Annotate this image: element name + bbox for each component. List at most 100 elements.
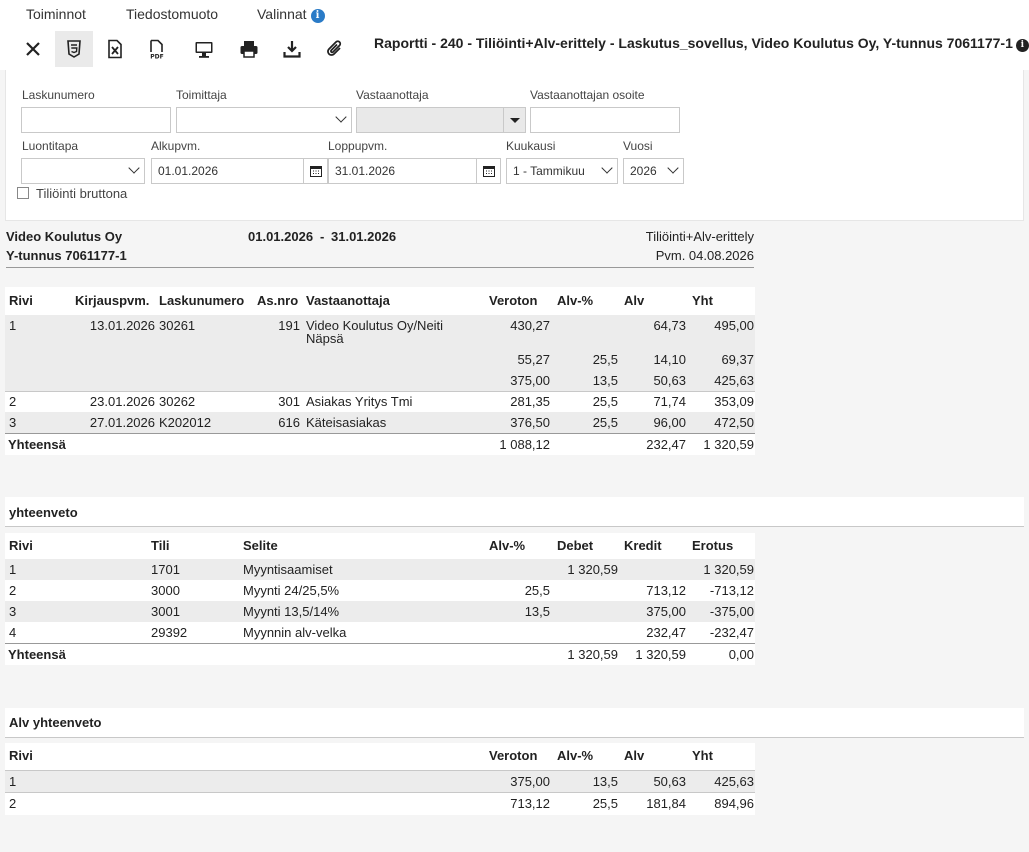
cell-yht: 353,09	[714, 394, 754, 409]
cell-selite: Myynti 13,5/14%	[243, 604, 340, 619]
kuukausi-select[interactable]: 1 - Tammikuu	[506, 158, 618, 184]
cell-veroton: 281,35	[510, 394, 550, 409]
alkupvm-value: 01.01.2026	[158, 164, 219, 178]
cell-alvp: 25,5	[592, 394, 618, 409]
yhteenveto-title: yhteenveto	[9, 505, 78, 520]
cell-tili: 29392	[151, 625, 188, 640]
caret-down-icon[interactable]	[503, 108, 525, 132]
cell-kirjauspvm: 27.01.2026	[89, 415, 155, 430]
cell-alv: 14,10	[653, 352, 686, 367]
period-separator: -	[320, 229, 325, 244]
cell-yht: 425,63	[714, 373, 754, 388]
pdf-button[interactable]: PDF	[138, 31, 176, 67]
cell-alvp: 25,5	[592, 352, 618, 367]
excel-button[interactable]	[96, 31, 134, 67]
toimittaja-label: Toimittaja	[176, 88, 227, 102]
vastaanottajan-osoite-input[interactable]	[530, 107, 680, 133]
col-selite: Selite	[243, 538, 278, 553]
vuosi-label: Vuosi	[623, 139, 653, 153]
cell-tili: 3001	[151, 604, 180, 619]
alv-yhteenveto-header-bg	[5, 708, 1024, 737]
kuukausi-label: Kuukausi	[506, 139, 556, 153]
cell-debet: 1 320,59	[567, 562, 618, 577]
cell-veroton: 430,27	[510, 318, 550, 333]
alkupvm-input[interactable]: 01.01.2026	[151, 158, 328, 184]
bruttona-checkbox[interactable]	[17, 187, 29, 199]
info-icon[interactable]: i	[1015, 39, 1029, 52]
chevron-down-icon	[601, 162, 613, 174]
menu-tiedostomuoto[interactable]: Tiedostomuoto	[126, 6, 218, 22]
print-button[interactable]	[230, 31, 268, 67]
calendar-icon[interactable]	[476, 159, 500, 183]
print-date: Pvm. 04.08.2026	[655, 248, 754, 263]
table-row-bg	[5, 601, 755, 622]
alv-yhteenveto-title: Alv yhteenveto	[9, 715, 102, 730]
luontitapa-select[interactable]	[21, 158, 145, 184]
html5-button[interactable]	[55, 31, 93, 67]
monitor-icon	[195, 42, 213, 58]
cell-veroton: 375,00	[510, 373, 550, 388]
table-row-bg	[5, 770, 755, 792]
col-asnro: As.nro	[257, 293, 299, 308]
close-icon	[26, 42, 40, 56]
svg-text:PDF: PDF	[150, 54, 163, 60]
cell-yht: 69,37	[721, 352, 754, 367]
cell-tili: 1701	[151, 562, 180, 577]
total-debet: 1 320,59	[567, 647, 618, 662]
cell-alvp: 13,5	[592, 774, 618, 789]
close-button[interactable]	[14, 31, 52, 67]
col-erotus: Erotus	[692, 538, 734, 553]
cell-alv: 50,63	[653, 774, 686, 789]
cell-vastaanottaja-line2: Näpsä	[306, 331, 344, 346]
table-row-bg	[5, 559, 755, 580]
cell-alv: 50,63	[653, 373, 686, 388]
toimittaja-select[interactable]	[176, 107, 352, 133]
cell-kirjauspvm: 13.01.2026	[89, 318, 155, 333]
header-divider	[6, 267, 754, 268]
cell-rivi: 1	[9, 774, 17, 789]
cell-veroton: 376,50	[510, 415, 550, 430]
cell-yht: 495,00	[714, 318, 754, 333]
total-divider	[5, 433, 755, 434]
col-alvp: Alv-%	[557, 293, 594, 308]
vastaanottaja-label: Vastaanottaja	[356, 88, 429, 102]
col-alvp: Alv-%	[557, 748, 594, 763]
cell-rivi: 2	[9, 394, 17, 409]
col-kirjauspvm: Kirjauspvm.	[75, 293, 150, 308]
cell-tili: 3000	[151, 583, 180, 598]
download-button[interactable]	[273, 31, 311, 67]
vuosi-select[interactable]: 2026	[623, 158, 684, 184]
col-yht: Yht	[692, 748, 713, 763]
pdf-icon: PDF	[150, 39, 164, 60]
menu-valinnat[interactable]: Valinnat i	[257, 6, 325, 23]
cell-asnro: 301	[278, 394, 300, 409]
cell-asnro: 191	[278, 318, 300, 333]
col-veroton: Veroton	[489, 293, 538, 308]
loppupvm-label: Loppupvm.	[328, 139, 388, 153]
col-veroton: Veroton	[489, 748, 538, 763]
vastaanottaja-select[interactable]	[356, 107, 526, 133]
loppupvm-input[interactable]: 31.01.2026	[328, 158, 501, 184]
cell-kredit: 713,12	[646, 583, 686, 598]
menu-toiminnot[interactable]: Toiminnot	[26, 6, 86, 22]
vastaanottajan-osoite-label: Vastaanottajan osoite	[530, 88, 645, 102]
cell-yht: 894,96	[714, 796, 754, 811]
cell-yht: 425,63	[714, 774, 754, 789]
screen-button[interactable]	[185, 31, 223, 67]
laskunumero-input[interactable]	[21, 107, 171, 133]
attachment-button[interactable]	[316, 31, 354, 67]
cell-rivi: 1	[9, 318, 17, 333]
cell-asnro: 616	[278, 415, 300, 430]
cell-kredit: 232,47	[646, 625, 686, 640]
cell-alvp: 25,5	[524, 583, 550, 598]
row-divider	[5, 391, 755, 392]
period-end: 31.01.2026	[331, 229, 397, 244]
cell-laskunumero: 30261	[159, 318, 196, 333]
cell-alvp: 25,5	[592, 415, 618, 430]
info-icon[interactable]: i	[310, 9, 325, 23]
cell-alv: 71,74	[653, 394, 686, 409]
total-veroton: 1 088,12	[499, 437, 550, 452]
laskunumero-label: Laskunumero	[22, 88, 95, 102]
cell-rivi: 4	[9, 625, 17, 640]
calendar-icon[interactable]	[303, 159, 327, 183]
